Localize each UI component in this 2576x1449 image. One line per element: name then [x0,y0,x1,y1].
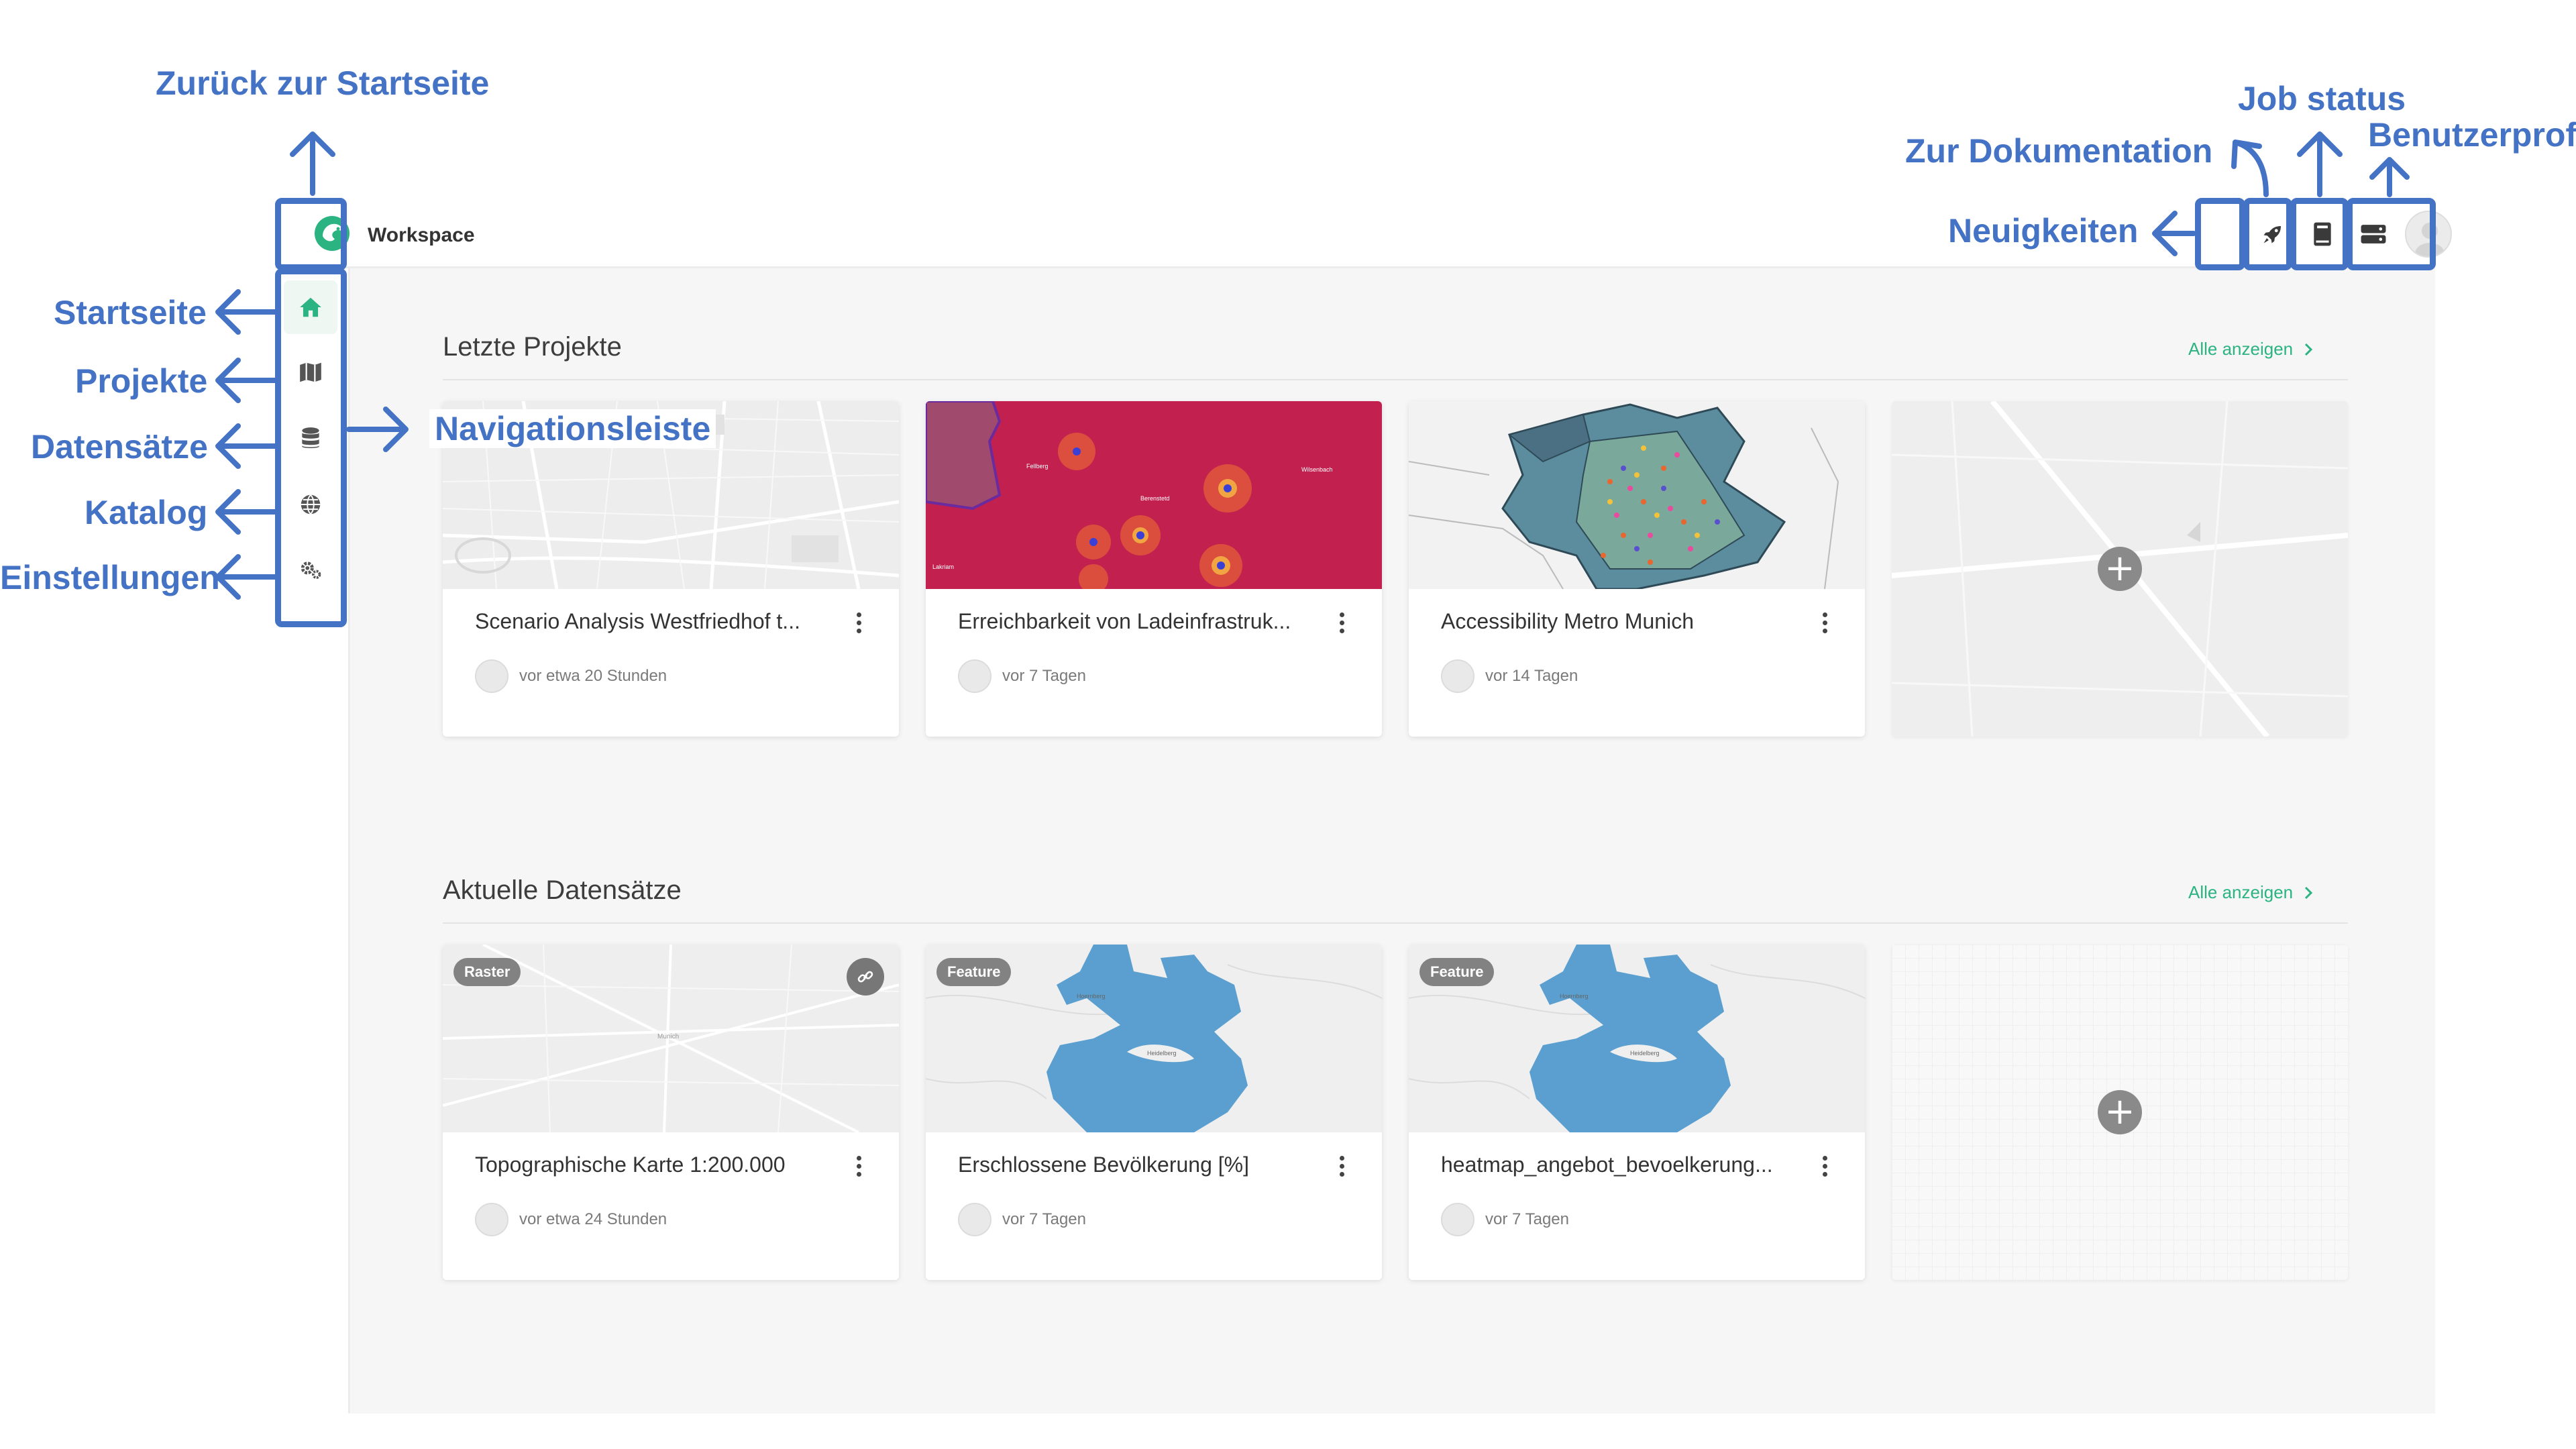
dataset-updated-time: vor 7 Tagen [1485,1210,1569,1228]
view-all-label: Alle anzeigen [2188,882,2294,902]
project-card[interactable]: Accessibility Metro Munich vor 14 Tagen [1409,401,1865,737]
annotation-datensaetze: Datensätze [31,428,208,466]
project-card[interactable]: Scenario Analysis Westfriedhof t... vor … [443,401,899,737]
annotation-benutzerprofil: Benutzerprofil [2368,116,2576,154]
owner-avatar [958,1203,991,1236]
add-dataset-button[interactable]: + [2098,1090,2142,1134]
view-all-projects-link[interactable]: Alle anzeigen [2188,339,2313,360]
annotation-job-status: Job status [2238,80,2406,117]
owner-avatar [958,659,991,693]
highlight-navigation-sidebar [275,268,347,627]
annotation-navigationsleiste: Navigationsleiste [429,409,716,448]
view-all-datasets-link[interactable]: Alle anzeigen [2188,882,2313,903]
dataset-title: Erschlossene Bevölkerung [%] [958,1152,1249,1177]
annotation-dokumentation: Zur Dokumentation [1905,132,2213,170]
chevron-right-icon [2305,343,2313,356]
owner-avatar [1441,659,1474,693]
svg-text:Fellberg: Fellberg [1026,463,1049,470]
highlight-home-logo [275,198,347,270]
more-options-icon[interactable] [1328,606,1355,639]
annotation-neuigkeiten: Neuigkeiten [1948,212,2139,250]
highlight-news [2195,198,2245,270]
link-icon[interactable] [847,958,884,996]
dataset-title: Topographische Karte 1:200.000 [475,1152,786,1177]
more-options-icon[interactable] [1811,606,1838,639]
owner-avatar [475,659,508,693]
project-title: Accessibility Metro Munich [1441,609,1694,633]
svg-text:Wilsenbach: Wilsenbach [1301,466,1333,473]
dataset-card[interactable]: Hoernberg Heidelberg Feature Erschlossen… [926,945,1382,1280]
dataset-type-badge: Raster [453,958,521,986]
annotation-projekte: Projekte [75,362,208,400]
project-title: Scenario Analysis Westfriedhof t... [475,609,800,633]
annotation-einstellungen: Einstellungen [0,559,220,596]
brand-name: Workspace [368,224,475,246]
project-updated-time: vor etwa 20 Stunden [519,667,667,685]
project-updated-time: vor 14 Tagen [1485,667,1578,685]
dataset-card[interactable]: Munich Raster Topographische Karte 1:200… [443,945,899,1280]
add-dataset-card[interactable]: + [1892,945,2348,1280]
svg-text:Hoernberg: Hoernberg [1077,993,1106,1000]
section-divider [443,922,2348,924]
dataset-updated-time: vor etwa 24 Stunden [519,1210,667,1228]
more-options-icon[interactable] [1811,1149,1838,1183]
project-thumbnail-heatmap: Fellberg Berenstetd Wilsenbach Lakriam [926,401,1382,589]
dataset-title: heatmap_angebot_bevoelkerung... [1441,1152,1773,1177]
section-divider [443,379,2348,380]
highlight-profile [2347,198,2436,270]
chevron-right-icon [2305,886,2313,899]
svg-text:Hoernberg: Hoernberg [1560,993,1589,1000]
svg-text:Berenstetd: Berenstetd [1140,495,1170,502]
annotation-home: Zurück zur Startseite [156,64,490,102]
more-options-icon[interactable] [845,606,872,639]
view-all-label: Alle anzeigen [2188,339,2294,359]
dataset-type-badge: Feature [936,958,1012,986]
svg-text:Heidelberg: Heidelberg [1147,1050,1177,1057]
project-card[interactable]: Fellberg Berenstetd Wilsenbach Lakriam Erre… [926,401,1382,737]
project-thumbnail-district-map [1409,401,1865,589]
dataset-updated-time: vor 7 Tagen [1002,1210,1086,1228]
highlight-docs [2243,198,2292,270]
more-options-icon[interactable] [1328,1149,1355,1183]
svg-text:Lakriam: Lakriam [932,564,954,570]
dataset-type-badge: Feature [1419,958,1495,986]
app-window: Workspace Letzte Projekte Alle anzeigen … [275,164,2452,1413]
project-updated-time: vor 7 Tagen [1002,667,1086,685]
more-options-icon[interactable] [845,1149,872,1183]
dataset-card[interactable]: Hoernberg Heidelberg Feature heatmap_ang… [1409,945,1865,1280]
annotation-katalog: Katalog [85,494,208,531]
owner-avatar [475,1203,508,1236]
highlight-job-status [2290,198,2349,270]
svg-text:Heidelberg: Heidelberg [1630,1050,1660,1057]
project-title: Erreichbarkeit von Ladeinfrastruk... [958,609,1291,633]
add-project-button[interactable]: + [2098,547,2142,591]
svg-text:Munich: Munich [657,1033,679,1040]
owner-avatar [1441,1203,1474,1236]
add-project-card[interactable]: + [1892,401,2348,737]
section-title-projects: Letzte Projekte [443,332,622,362]
section-title-datasets: Aktuelle Datensätze [443,875,682,905]
annotation-startseite: Startseite [54,294,207,331]
